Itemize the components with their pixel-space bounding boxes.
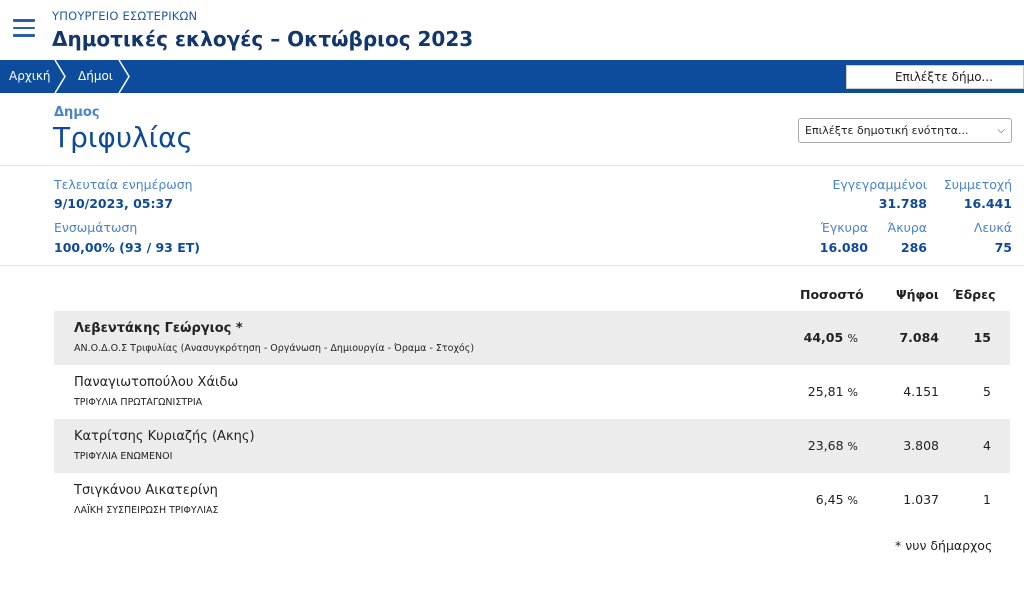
registered-label: Εγγεγραμμένοι [832, 177, 927, 192]
divider [0, 165, 1024, 166]
page-title: Δημοτικές εκλογές – Οκτώβριος 2023 [52, 27, 474, 51]
candidate-name: Παναγιωτοπούλου Χάιδω [74, 375, 239, 390]
column-header-seats: Έδρες [953, 287, 996, 302]
column-header-votes: Ψήφοι [896, 287, 939, 302]
turnout-value: 16.441 [963, 196, 1012, 211]
percent-symbol: % [847, 494, 858, 507]
municipality-select[interactable]: Επιλέξτε δήμο... [846, 65, 1024, 89]
chevron-right-icon [118, 60, 130, 93]
votes-cell: 7.084 [899, 330, 939, 345]
percent-value: 23,68 [807, 438, 844, 453]
percent-cell: 23,68 % [808, 438, 858, 453]
seats-cell: 15 [973, 330, 991, 345]
percent-value: 25,81 [807, 384, 844, 399]
votes-cell: 1.037 [903, 492, 939, 507]
table-row: Τσιγκάνου Αικατερίνη ΛΑΪΚΗ ΣΥΣΠΕΙΡΩΣΗ ΤΡ… [54, 473, 1010, 527]
candidate-party: ΑΝ.Ο.Δ.Ο.Σ Τριφυλίας (Ανασυγκρότηση - Ορ… [74, 343, 475, 354]
ministry-name: ΥΠΟΥΡΓΕΙΟ ΕΣΩΤΕΡΙΚΩΝ [52, 9, 198, 23]
hamburger-menu-icon[interactable] [13, 19, 35, 37]
blank-value: 75 [994, 240, 1012, 255]
integration-label: Ενσωμάτωση [54, 220, 138, 235]
invalid-label: Άκυρα [887, 220, 927, 235]
municipal-unit-select[interactable]: Επιλέξτε δημοτική ενότητα... ⌵ [798, 118, 1012, 143]
municipality-label: Δημος [54, 105, 100, 120]
percent-cell: 25,81 % [808, 384, 858, 399]
turnout-label: Συμμετοχή [943, 177, 1012, 192]
breadcrumb-municipalities[interactable]: Δήμοι [78, 60, 113, 93]
percent-symbol: % [847, 332, 858, 345]
chevron-down-icon: ⌵ [997, 125, 1005, 136]
candidate-name: Κατρίτσης Κυριαζής (Ακης) [74, 429, 255, 444]
votes-cell: 3.808 [903, 438, 939, 453]
app-header: ΥΠΟΥΡΓΕΙΟ ΕΣΩΤΕΡΙΚΩΝ Δημοτικές εκλογές –… [0, 0, 1024, 60]
votes-cell: 4.151 [903, 384, 939, 399]
candidate-name: Λεβεντάκης Γεώργιος * [74, 321, 243, 336]
registered-value: 31.788 [878, 196, 927, 211]
integration-value: 100,00% (93 / 93 ΕΤ) [54, 240, 201, 255]
chevron-right-icon [54, 60, 66, 93]
seats-cell: 4 [983, 438, 991, 453]
percent-symbol: % [847, 386, 858, 399]
municipal-unit-select-label: Επιλέξτε δημοτική ενότητα... [805, 124, 969, 137]
incumbent-footnote: * νυν δήμαρχος [895, 538, 993, 553]
blank-label: Λευκά [973, 220, 1012, 235]
candidate-name: Τσιγκάνου Αικατερίνη [74, 483, 218, 498]
seats-cell: 5 [983, 384, 991, 399]
percent-value: 44,05 [803, 330, 844, 345]
percent-cell: 44,05 % [804, 330, 858, 345]
valid-label: Έγκυρα [820, 220, 869, 235]
invalid-value: 286 [900, 240, 927, 255]
table-row: Λεβεντάκης Γεώργιος * ΑΝ.Ο.Δ.Ο.Σ Τριφυλί… [54, 311, 1010, 365]
breadcrumb-bar: Αρχική Δήμοι Επιλέξτε δήμο... [0, 60, 1024, 93]
seats-cell: 1 [983, 492, 991, 507]
table-row: Παναγιωτοπούλου Χάιδω ΤΡΙΦΥΛΙΑ ΠΡΩΤΑΓΩΝΙ… [54, 365, 1010, 419]
last-update-value: 9/10/2023, 05:37 [54, 196, 173, 211]
percent-cell: 6,45 % [816, 492, 858, 507]
column-header-percent: Ποσοστό [800, 287, 864, 302]
table-row: Κατρίτσης Κυριαζής (Ακης) ΤΡΙΦΥΛΙΑ ΕΝΩΜΕ… [54, 419, 1010, 473]
breadcrumb-home[interactable]: Αρχική [9, 60, 51, 93]
candidate-party: ΤΡΙΦΥΛΙΑ ΠΡΩΤΑΓΩΝΙΣΤΡΙΑ [74, 397, 203, 408]
percent-symbol: % [847, 440, 858, 453]
valid-value: 16.080 [819, 240, 868, 255]
candidate-party: ΤΡΙΦΥΛΙΑ ΕΝΩΜΕΝΟΙ [74, 451, 173, 462]
last-update-label: Τελευταία ενημέρωση [54, 177, 193, 192]
divider [0, 265, 1024, 266]
percent-value: 6,45 [815, 492, 844, 507]
municipality-name: Τριφυλίας [53, 121, 193, 154]
candidate-party: ΛΑΪΚΗ ΣΥΣΠΕΙΡΩΣΗ ΤΡΙΦΥΛΙΑΣ [74, 505, 219, 516]
